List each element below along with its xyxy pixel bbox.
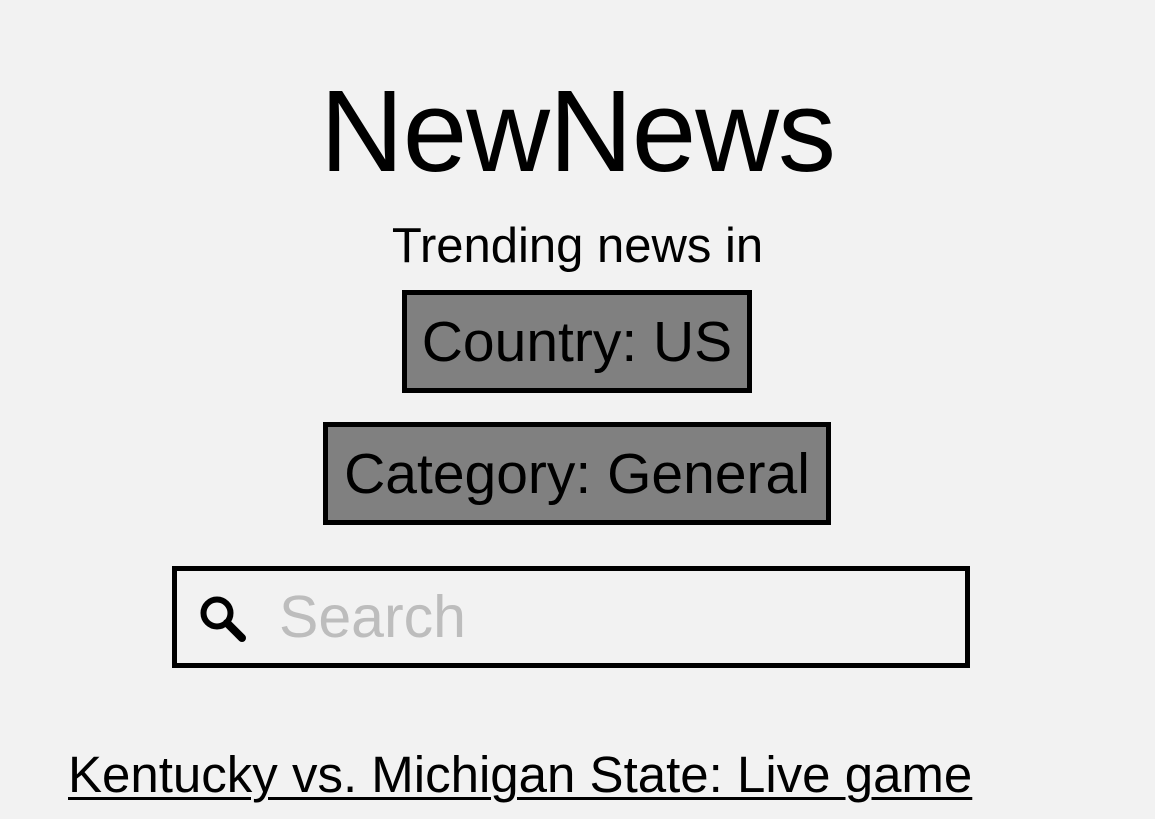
- article-headline-link[interactable]: Kentucky vs. Michigan State: Live game: [68, 742, 1155, 808]
- country-selector-button[interactable]: Country: US: [402, 290, 752, 393]
- app-screen: NewNews Trending news in Country: US Cat…: [0, 0, 1155, 819]
- search-bar[interactable]: [172, 566, 970, 668]
- site-title: NewNews: [319, 66, 836, 196]
- article-list: Kentucky vs. Michigan State: Live game: [68, 742, 1155, 819]
- trending-subtitle: Trending news in: [391, 219, 764, 273]
- category-selector-button[interactable]: Category: General: [323, 422, 831, 525]
- search-icon: [200, 596, 246, 642]
- search-input[interactable]: [279, 581, 939, 653]
